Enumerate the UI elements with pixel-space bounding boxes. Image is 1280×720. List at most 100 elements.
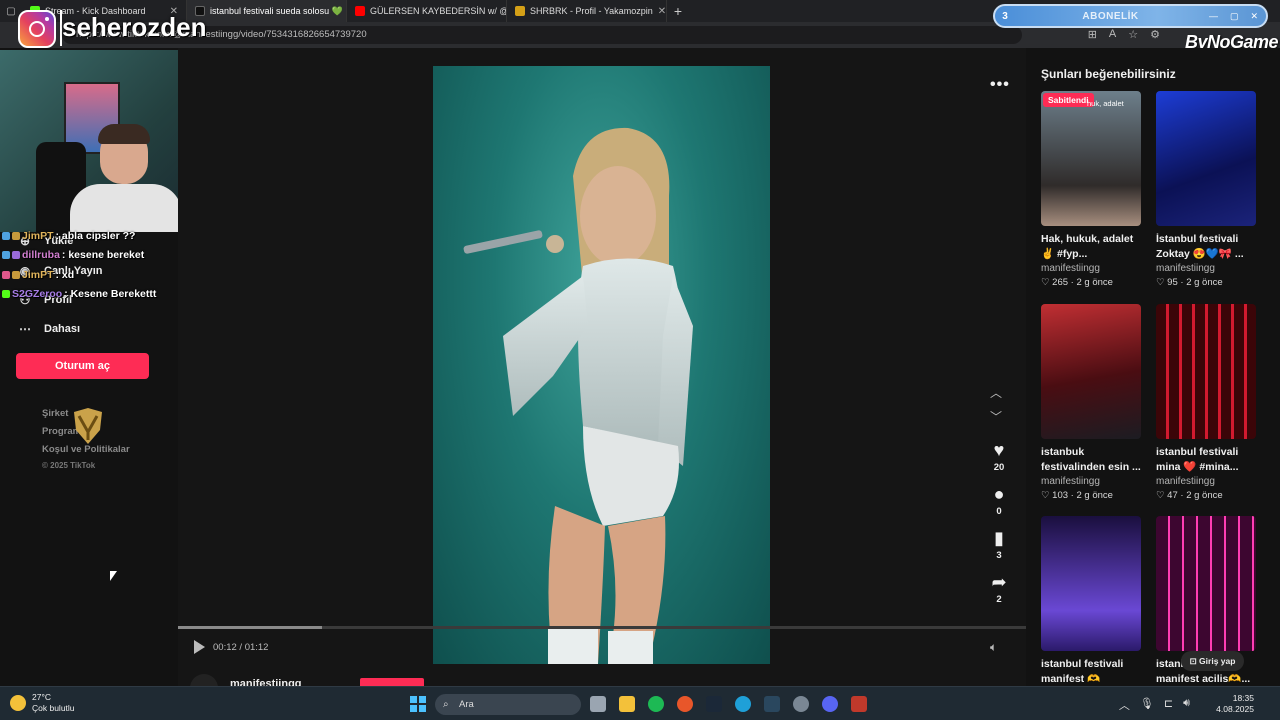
instagram-icon (18, 10, 56, 48)
crest-logo-icon (74, 408, 102, 444)
recommended-video-card[interactable]: Sabitlendi huk, adalet Hak, hukuk, adale… (1041, 91, 1141, 288)
chrome-icon[interactable] (677, 696, 693, 712)
chat-username: JimPT (22, 229, 54, 242)
card-likes: 47 (1167, 490, 1178, 501)
chat-username: dillruba (22, 249, 60, 262)
video-player-area: ••• ︿ ﹀ ♥ 20 ● 0 ▮ 3 ➦ 2 00:12 / 01:12 🔈… (178, 48, 1026, 702)
card-author: manifestiingg (1041, 263, 1100, 274)
recommended-video-card[interactable]: istanbul festivali manifest 🫶 #lidya... (1041, 516, 1141, 687)
chat-badge-icon (12, 231, 20, 240)
share-button[interactable]: ➦ 2 (988, 572, 1010, 605)
recommended-video-card[interactable]: İstanbul festivali Zoktay 😍💙🎀 ... manife… (1156, 91, 1256, 288)
card-meta: ♡ 265 · 2 g önce (1041, 277, 1113, 288)
share-count: 2 (996, 594, 1002, 605)
tab-yakamozpin[interactable]: SHRBRK - Profil - Yakamozpin ✕ (507, 0, 667, 22)
new-tab-button[interactable]: + (667, 3, 689, 19)
previous-video-icon[interactable]: ︿ (990, 384, 1002, 401)
chat-badge-icon (12, 270, 20, 279)
recommended-video-card[interactable]: istanbuk festivalinden esin ... manifest… (1041, 304, 1141, 501)
like-button[interactable]: ♥ 20 (988, 440, 1010, 473)
sidebar-item-more[interactable]: ⋯ Dahası (18, 322, 80, 336)
chat-message: JimPT : xd (2, 265, 180, 285)
chat-text: : kesene bereket (61, 249, 145, 262)
card-title: İstanbul festivali Zoktay 😍💙🎀 ... (1156, 233, 1244, 260)
login-chip-button[interactable]: ⊡ Giriş yap (1181, 651, 1244, 671)
video-frame[interactable] (433, 66, 770, 664)
chat-badge-icon (2, 231, 10, 240)
like-count: 20 (993, 462, 1005, 473)
login-chip-label: Giriş yap (1199, 656, 1236, 666)
maximize-icon[interactable]: ▢ (1230, 11, 1239, 22)
card-likes: 95 (1167, 277, 1178, 288)
speaker-icon[interactable]: 🔊︎ (1183, 697, 1190, 713)
card-meta: ♡ 103 · 2 g önce (1041, 490, 1113, 501)
system-clock[interactable]: 18:35 4.08.2025 (1216, 693, 1254, 715)
apps-icon[interactable]: ⊞ (1088, 28, 1097, 41)
subscription-count: 3 (1002, 10, 1008, 22)
microphone-icon[interactable]: 🎙︎ (1140, 697, 1154, 713)
discord-icon[interactable] (822, 696, 838, 712)
tab-tiktok[interactable]: istanbul festivali sueda solosu 💚 ✕ (187, 0, 347, 22)
clock-date: 4.08.2025 (1216, 704, 1254, 714)
favorite-icon[interactable]: ☆ (1128, 28, 1138, 41)
chat-message: JimPT : abla cipsler ?? (2, 226, 180, 246)
card-meta: ♡ 95 · 2 g önce (1156, 277, 1223, 288)
spotify-icon[interactable] (648, 696, 664, 712)
chat-text: : xd (55, 268, 75, 281)
chat-badge-icon (2, 251, 10, 260)
chevron-up-icon[interactable]: ︿ (1119, 697, 1130, 713)
next-video-icon[interactable]: ﹀ (990, 408, 1002, 425)
playback-controls: 00:12 / 01:12 (194, 640, 268, 654)
recommendations-title: Şunları beğenebilirsiniz (1041, 67, 1176, 81)
more-options-icon[interactable]: ••• (990, 76, 1010, 94)
close-tab-icon[interactable]: ✕ (658, 6, 666, 17)
close-icon[interactable]: ✕ (1250, 11, 1258, 22)
save-count: 3 (996, 550, 1002, 561)
sidebar-item-label: Dahası (44, 323, 81, 335)
play-icon[interactable] (194, 640, 205, 654)
task-view-icon[interactable] (590, 696, 606, 712)
save-button[interactable]: ▮ 3 (988, 528, 1010, 561)
footer-link-company[interactable]: Şirket (42, 408, 68, 419)
video-thumbnail (1041, 304, 1141, 439)
tab-youtube[interactable]: GÜLERSEN KAYBEDERSİN w/ @H ✕ (347, 0, 507, 22)
chat-message: S2GZeroo : Kesene Berekettt (2, 285, 180, 305)
tab-label: GÜLERSEN KAYBEDERSİN w/ @H (370, 6, 507, 16)
file-explorer-icon[interactable] (619, 696, 635, 712)
card-age: 2 g önce (1076, 277, 1113, 288)
progress-fill (178, 626, 323, 629)
app-icon[interactable] (793, 696, 809, 712)
card-title: istanbuk festivalinden esin ... (1041, 446, 1141, 473)
mouse-cursor-icon (110, 571, 117, 581)
volume-icon[interactable]: 🔈︎ (990, 640, 997, 655)
performer-image (463, 127, 693, 664)
video-thumbnail (1156, 304, 1256, 439)
translate-icon[interactable]: A (1109, 28, 1116, 41)
login-button[interactable]: Oturum aç (16, 353, 149, 379)
chat-text: : Kesene Berekettt (64, 288, 157, 301)
weather-icon (10, 695, 26, 711)
edge-icon[interactable] (735, 696, 751, 712)
recorder-icon[interactable] (851, 696, 867, 712)
start-button-icon[interactable] (410, 696, 426, 712)
network-icon[interactable]: ⊏ (1164, 697, 1173, 713)
minimize-icon[interactable]: — (1209, 11, 1218, 22)
steam-icon-2[interactable] (764, 696, 780, 712)
taskbar-search[interactable]: ⌕ Ara (435, 694, 581, 715)
chat-badge-icon (2, 270, 10, 279)
comment-button[interactable]: ● 0 (988, 484, 1010, 517)
card-title: istanbul festivali manifest 🫶 #lidya... (1041, 658, 1124, 685)
weather-widget[interactable]: 27°C Çok bulutlu (10, 692, 75, 714)
video-progress-bar[interactable] (178, 626, 1026, 629)
steam-icon[interactable] (706, 696, 722, 712)
recommended-video-card[interactable]: istanbul festivali mina ❤️ #mina... mani… (1156, 304, 1256, 501)
card-meta: ♡ 47 · 2 g önce (1156, 490, 1223, 501)
yakamozpin-icon (515, 6, 525, 16)
recommendations-panel: Şunları beğenebilirsiniz Sabitlendi huk,… (1026, 48, 1280, 686)
card-age: 2 g önce (1186, 277, 1223, 288)
extensions-icon[interactable]: ⚙ (1150, 28, 1160, 41)
card-author: manifestiingg (1156, 476, 1215, 487)
streamer-male (70, 124, 182, 232)
share-icon: ➦ (991, 572, 1007, 592)
comment-icon: ● (993, 484, 1005, 504)
